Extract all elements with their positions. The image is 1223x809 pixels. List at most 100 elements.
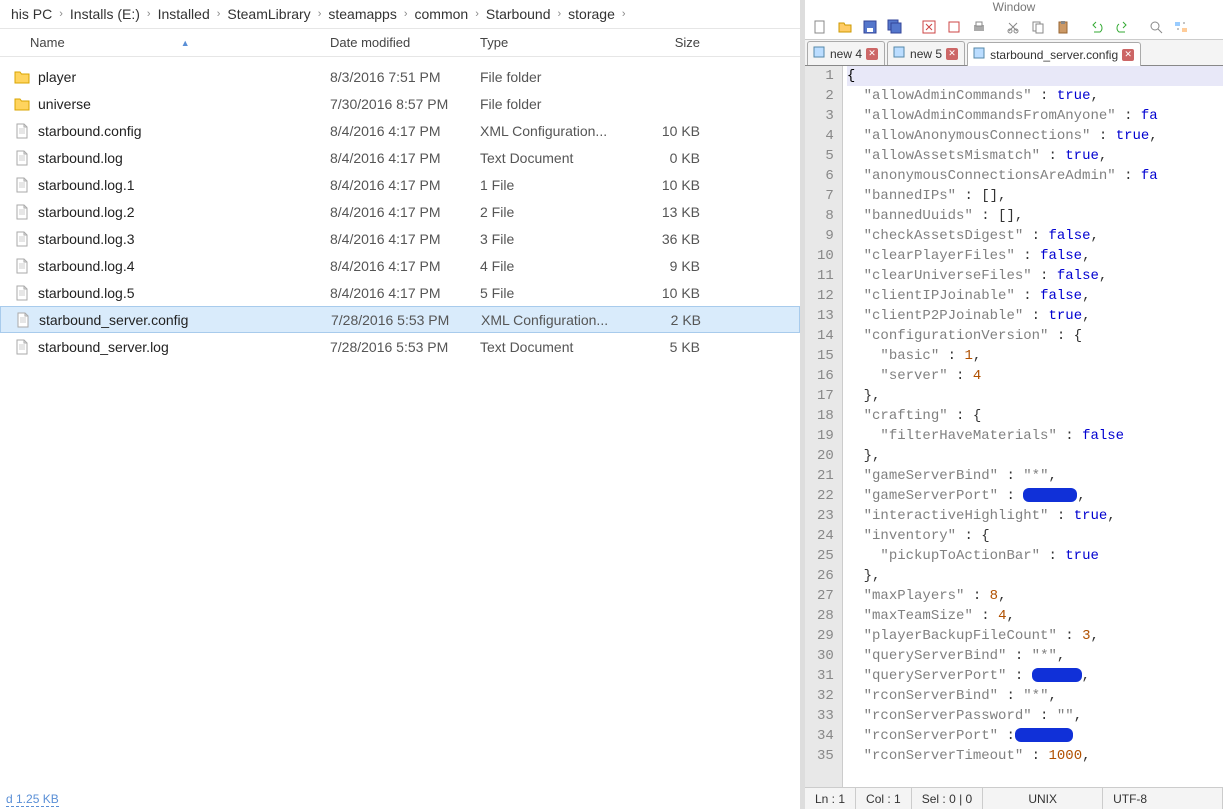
code-line[interactable]: "maxTeamSize" : 4, [847,606,1223,626]
close-icon[interactable] [918,16,940,38]
editor-tab[interactable]: new 4✕ [807,41,885,65]
code-line[interactable]: "rconServerTimeout" : 1000, [847,746,1223,766]
replace-icon[interactable] [1170,16,1192,38]
code-line[interactable]: "queryServerBind" : "*", [847,646,1223,666]
close-all-icon[interactable] [943,16,965,38]
file-row[interactable]: universe7/30/2016 8:57 PMFile folder [0,90,800,117]
breadcrumb-segment[interactable]: storage [563,6,620,22]
breadcrumb-segment[interactable]: common [410,6,474,22]
code-line[interactable]: }, [847,566,1223,586]
column-date[interactable]: Date modified [330,35,480,50]
file-icon [10,123,34,139]
file-date: 7/30/2016 8:57 PM [330,96,480,112]
file-row[interactable]: starbound_server.config7/28/2016 5:53 PM… [0,306,800,333]
file-row[interactable]: starbound.log.58/4/2016 4:17 PM5 File10 … [0,279,800,306]
code-area[interactable]: 1234567891011121314151617181920212223242… [805,66,1223,787]
code-line[interactable]: "bannedIPs" : [], [847,186,1223,206]
code-line[interactable]: "configurationVersion" : { [847,326,1223,346]
code-line[interactable]: "checkAssetsDigest" : false, [847,226,1223,246]
code-line[interactable]: "filterHaveMaterials" : false [847,426,1223,446]
code-line[interactable]: "playerBackupFileCount" : 3, [847,626,1223,646]
chevron-right-icon: › [215,8,223,20]
code-line[interactable]: "maxPlayers" : 8, [847,586,1223,606]
file-type: Text Document [480,150,630,166]
tab-close-icon[interactable]: ✕ [866,48,878,60]
code-line[interactable]: "basic" : 1, [847,346,1223,366]
new-file-icon[interactable] [809,16,831,38]
tab-close-icon[interactable]: ✕ [946,48,958,60]
save-all-icon[interactable] [884,16,906,38]
file-row[interactable]: starbound_server.log7/28/2016 5:53 PMTex… [0,333,800,360]
editor-titlebar: Window [805,0,1223,14]
code-line[interactable]: "bannedUuids" : [], [847,206,1223,226]
paste-icon[interactable] [1052,16,1074,38]
code-line[interactable]: "queryServerPort" : , [847,666,1223,686]
column-name[interactable]: Name▲ [0,35,330,50]
code-line[interactable]: "crafting" : { [847,406,1223,426]
breadcrumb-segment[interactable]: Installed [153,6,215,22]
code-line[interactable]: "allowAssetsMismatch" : true, [847,146,1223,166]
breadcrumb-segment[interactable]: his PC [6,6,57,22]
find-icon[interactable] [1145,16,1167,38]
editor-tab[interactable]: new 5✕ [887,41,965,65]
file-icon [10,150,34,166]
code-line[interactable]: "rconServerPort" : [847,726,1223,746]
copy-icon[interactable] [1027,16,1049,38]
print-icon[interactable] [968,16,990,38]
file-date: 8/4/2016 4:17 PM [330,204,480,220]
cut-icon[interactable] [1002,16,1024,38]
code-line[interactable]: }, [847,446,1223,466]
file-list[interactable]: player8/3/2016 7:51 PMFile folderunivers… [0,57,800,360]
code-line[interactable]: "server" : 4 [847,366,1223,386]
file-row[interactable]: starbound.log.18/4/2016 4:17 PM1 File10 … [0,171,800,198]
file-explorer-pane: his PC›Installs (E:)›Installed›SteamLibr… [0,0,805,809]
code-line[interactable]: "gameServerBind" : "*", [847,466,1223,486]
sort-up-icon: ▲ [181,38,190,48]
code-line[interactable]: "allowAdminCommands" : true, [847,86,1223,106]
tab-close-icon[interactable]: ✕ [1122,49,1134,61]
breadcrumb-segment[interactable]: SteamLibrary [222,6,315,22]
code-line[interactable]: "rconServerPassword" : "", [847,706,1223,726]
open-file-icon[interactable] [834,16,856,38]
code-line[interactable]: "allowAnonymousConnections" : true, [847,126,1223,146]
code-line[interactable]: "anonymousConnectionsAreAdmin" : fa [847,166,1223,186]
file-icon [10,231,34,247]
breadcrumb-segment[interactable]: Starbound [481,6,556,22]
redo-icon[interactable] [1111,16,1133,38]
code-line[interactable]: "rconServerBind" : "*", [847,686,1223,706]
code-line[interactable]: "clientIPJoinable" : false, [847,286,1223,306]
file-row[interactable]: starbound.log.28/4/2016 4:17 PM2 File13 … [0,198,800,225]
breadcrumb[interactable]: his PC›Installs (E:)›Installed›SteamLibr… [0,0,800,28]
status-enc: UTF-8 [1103,788,1223,809]
file-row[interactable]: starbound.log.38/4/2016 4:17 PM3 File36 … [0,225,800,252]
code-line[interactable]: "clearUniverseFiles" : false, [847,266,1223,286]
code-line[interactable]: "interactiveHighlight" : true, [847,506,1223,526]
file-row[interactable]: starbound.config8/4/2016 4:17 PMXML Conf… [0,117,800,144]
code-line[interactable]: "pickupToActionBar" : true [847,546,1223,566]
breadcrumb-segment[interactable]: Installs (E:) [65,6,145,22]
column-type[interactable]: Type [480,35,630,50]
code-line[interactable]: { [847,66,1223,86]
file-row[interactable]: starbound.log8/4/2016 4:17 PMText Docume… [0,144,800,171]
code-line[interactable]: "allowAdminCommandsFromAnyone" : fa [847,106,1223,126]
breadcrumb-segment[interactable]: steamapps [323,6,401,22]
editor-tab[interactable]: starbound_server.config✕ [967,42,1141,66]
code-content[interactable]: { "allowAdminCommands" : true, "allowAdm… [843,66,1223,787]
file-icon [10,177,34,193]
code-line[interactable]: }, [847,386,1223,406]
file-size: 10 KB [630,177,720,193]
code-line[interactable]: "clientP2PJoinable" : true, [847,306,1223,326]
code-line[interactable]: "inventory" : { [847,526,1223,546]
file-row[interactable]: player8/3/2016 7:51 PMFile folder [0,63,800,90]
file-name: starbound.config [38,123,330,139]
status-hint: d 1.25 KB [6,792,59,807]
file-name: starbound.log.1 [38,177,330,193]
file-date: 8/4/2016 4:17 PM [330,231,480,247]
code-line[interactable]: "clearPlayerFiles" : false, [847,246,1223,266]
undo-icon[interactable] [1086,16,1108,38]
save-icon[interactable] [859,16,881,38]
code-line[interactable]: "gameServerPort" : , [847,486,1223,506]
column-size[interactable]: Size [630,35,720,50]
file-type: File folder [480,96,630,112]
file-row[interactable]: starbound.log.48/4/2016 4:17 PM4 File9 K… [0,252,800,279]
